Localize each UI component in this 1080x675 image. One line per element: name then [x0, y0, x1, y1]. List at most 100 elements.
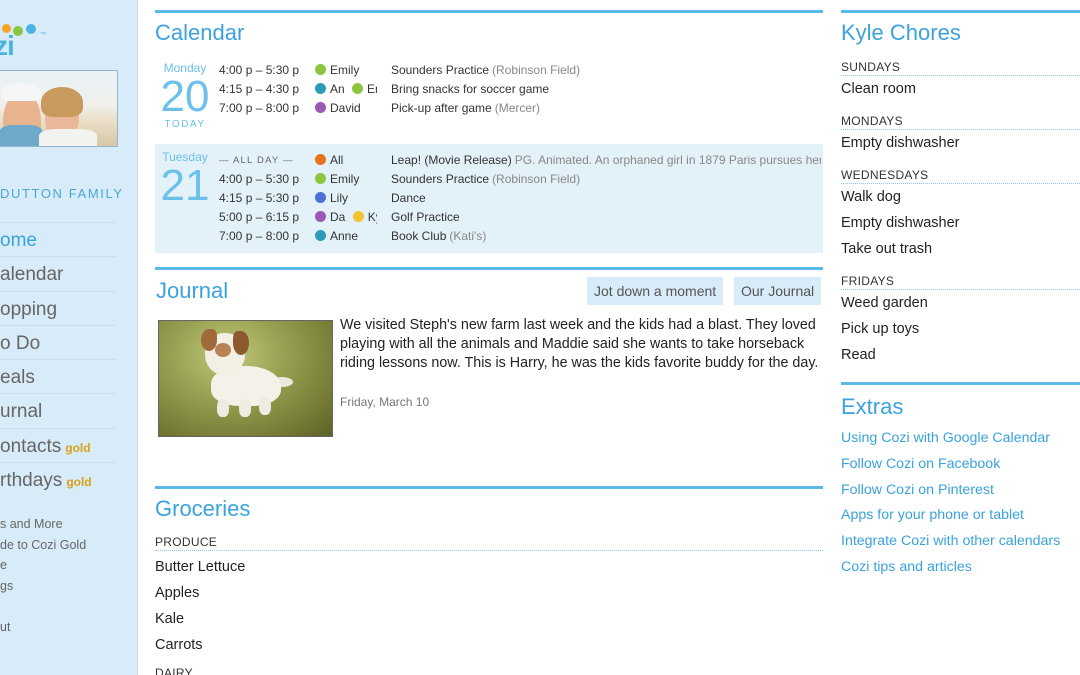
event-title-wrap: Sounders Practice (Robinson Field) [391, 170, 821, 189]
calendar-event[interactable]: 7:00 p – 8:00 p Anne Book Club (Kati's) [155, 227, 823, 246]
jot-down-moment-button[interactable]: Jot down a moment [587, 277, 724, 305]
nav-item-home[interactable]: ome [0, 222, 116, 256]
grocery-item[interactable]: Carrots [155, 632, 823, 658]
chore-item[interactable]: Clean room [841, 76, 1080, 102]
calendar-event[interactable]: 4:00 p – 5:30 p Emily Sounders Practice(… [155, 170, 823, 189]
person-color-dot [315, 230, 326, 241]
calendar-event[interactable]: 4:15 p – 4:30 p An Em Bring snacks for s… [155, 80, 823, 99]
event-title: Golf Practice [391, 210, 460, 224]
extras-title: Extras [841, 394, 904, 419]
family-photo[interactable] [0, 70, 118, 147]
extra-link-google-calendar[interactable]: Using Cozi with Google Calendar [841, 426, 1080, 452]
event-location: (Robinson Field) [492, 172, 581, 186]
photo-adult-shirt [39, 129, 97, 146]
cozi-logo[interactable]: zi ™ [0, 12, 50, 61]
person-color-dot [352, 211, 364, 222]
event-title: Sounders Practice [391, 172, 490, 186]
photo-hat [1, 83, 41, 101]
person-name: Da [330, 210, 346, 224]
journal-title[interactable]: Journal [156, 278, 228, 304]
nav-item-birthdays[interactable]: rthdays gold [0, 462, 116, 496]
event-time: 4:00 p – 5:30 p [219, 63, 300, 77]
extras-links: Using Cozi with Google Calendar Follow C… [841, 426, 1080, 581]
event-location: (Kati's) [449, 229, 487, 243]
person-name: Emily [330, 63, 360, 77]
sidebar: zi ™ DUTTON FAMILY ome alendar opping o … [0, 0, 138, 675]
event-people: Lily [315, 189, 377, 208]
event-title: Pick-up after game [391, 101, 492, 115]
our-journal-button[interactable]: Our Journal [734, 277, 822, 305]
nav-item-journal[interactable]: urnal [0, 393, 116, 427]
person-name: An [330, 82, 345, 96]
event-people: Anne [315, 227, 377, 246]
chore-item[interactable]: Empty dishwasher [841, 210, 1080, 236]
logo-dot-blue [26, 24, 36, 34]
calendar-day-tomorrow: Tuesday 21 — ALL DAY — All Leap! (Movie … [155, 144, 823, 253]
nav-item-meals[interactable]: eals [0, 359, 116, 393]
grocery-item[interactable]: Butter Lettuce [155, 554, 823, 580]
calendar-event[interactable]: 5:00 p – 6:15 p Da Ky Golf Practice [155, 208, 823, 227]
sub-link-settings[interactable]: gs [0, 576, 135, 597]
person-name: Ky [367, 210, 377, 224]
event-location: (Robinson Field) [492, 63, 581, 77]
event-people: Emily [315, 170, 377, 189]
nav-item-shopping[interactable]: opping [0, 290, 116, 325]
event-all-day: — ALL DAY — [219, 155, 294, 166]
sub-link-upgrade-gold[interactable]: de to Cozi Gold [0, 535, 135, 556]
photo-child-shirt [0, 125, 43, 146]
chore-item[interactable]: Weed garden [841, 290, 1080, 316]
extra-link-integrate[interactable]: Integrate Cozi with other calendars [841, 529, 1080, 555]
logo-dot-green [13, 26, 23, 36]
event-title: Bring snacks for soccer game [391, 82, 550, 96]
chores-title[interactable]: Kyle Chores [841, 20, 961, 46]
calendar-event[interactable]: 7:00 p – 8:00 p David Pick-up after game… [155, 99, 823, 118]
person-name: Anne [330, 229, 359, 243]
person-color-dot [315, 154, 326, 165]
calendar-title[interactable]: Calendar [155, 20, 244, 46]
event-title-wrap: Golf Practice [391, 208, 821, 227]
journal-photo[interactable] [158, 320, 333, 437]
extra-link-facebook[interactable]: Follow Cozi on Facebook [841, 452, 1080, 478]
event-time: 7:00 p – 8:00 p [219, 229, 300, 243]
event-time: 4:15 p – 5:30 p [219, 191, 300, 205]
extra-link-pinterest[interactable]: Follow Cozi on Pinterest [841, 478, 1080, 504]
chore-day: WEDNESDAYS [841, 167, 1080, 184]
calendar-event[interactable]: 4:00 p – 5:30 p Emily Sounders Practice(… [155, 61, 823, 80]
person-name: Emily [330, 172, 360, 186]
grocery-item[interactable]: Kale [155, 606, 823, 632]
chore-item[interactable]: Walk dog [841, 184, 1080, 210]
sub-link-profile[interactable]: e [0, 555, 135, 576]
event-location: PG. Animated. An orphaned girl in 1879 P… [514, 153, 821, 167]
person-name: David [330, 101, 361, 115]
family-name: DUTTON FAMILY [0, 186, 124, 201]
calendar-event[interactable]: — ALL DAY — All Leap! (Movie Release) PG.… [155, 151, 823, 170]
chore-day: MONDAYS [841, 113, 1080, 130]
nav-item-calendar[interactable]: alendar [0, 256, 116, 290]
grocery-list: PRODUCE Butter Lettuce Apples Kale Carro… [155, 534, 823, 675]
nav-item-todo[interactable]: o Do [0, 324, 116, 359]
extra-link-tips[interactable]: Cozi tips and articles [841, 555, 1080, 581]
chore-item[interactable]: Read [841, 342, 1080, 368]
calendar-event[interactable]: 4:15 p – 5:30 p Lily Dance [155, 189, 823, 208]
event-time: 5:00 p – 6:15 p [219, 210, 300, 224]
groceries-title[interactable]: Groceries [155, 496, 250, 522]
chore-item[interactable]: Empty dishwasher [841, 130, 1080, 156]
chore-day: SUNDAYS [841, 59, 1080, 76]
extra-link-apps[interactable]: Apps for your phone or tablet [841, 503, 1080, 529]
event-title-wrap: Leap! (Movie Release) PG. Animated. An or… [391, 151, 821, 170]
event-time: 4:00 p – 5:30 p [219, 172, 300, 186]
event-title-wrap: Bring snacks for soccer game [391, 80, 821, 99]
chore-item[interactable]: Pick up toys [841, 316, 1080, 342]
sub-link-apps-and-more[interactable]: s and More [0, 514, 135, 535]
event-location: (Mercer) [494, 101, 541, 115]
nav-item-contacts[interactable]: ontacts gold [0, 427, 116, 462]
chore-item[interactable]: Take out trash [841, 236, 1080, 262]
calendar-section: Calendar Monday 20 TODAY 4:00 p – 5:30 p… [155, 10, 823, 253]
person-name: All [330, 153, 344, 167]
grocery-item[interactable]: Apples [155, 580, 823, 606]
main-nav: ome alendar opping o Do eals urnal ontac… [0, 222, 116, 496]
grocery-category: PRODUCE [155, 534, 823, 551]
sub-link-sign-out[interactable]: ut [0, 617, 135, 638]
dog-leg [217, 399, 229, 417]
dog-patch [215, 343, 231, 357]
